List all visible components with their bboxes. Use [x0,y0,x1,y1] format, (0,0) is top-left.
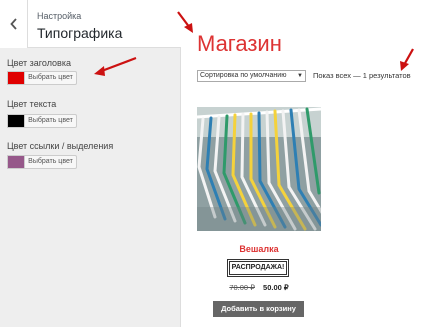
customizer-header: Настройка Типографика [0,0,181,48]
sort-select[interactable]: Сортировка по умолчанию ▼ [197,70,306,82]
add-to-cart-button[interactable]: Добавить в корзину [213,301,304,317]
page-title: Магазин [197,31,282,56]
hangers-photo [197,107,321,231]
section-label: Настройка [37,11,82,21]
sort-select-value: Сортировка по умолчанию [200,72,287,79]
result-count: Показ всех — 1 результатов [313,71,411,80]
product-image[interactable] [197,107,321,231]
price: 70.00 ₽ 50.00 ₽ [197,283,321,292]
link-color-swatch[interactable] [7,155,25,169]
heading-color-swatch[interactable] [7,71,25,85]
product-name-link[interactable]: Вешалка [197,244,321,254]
chevron-left-icon [9,18,17,30]
link-color-pick-button[interactable]: Выбрать цвет [24,155,77,169]
price-new: 50.00 ₽ [263,283,289,292]
price-old: 70.00 ₽ [229,283,255,292]
annotation-arrow-icon [400,48,414,71]
heading-color-pick-button[interactable]: Выбрать цвет [24,71,77,85]
back-button[interactable] [0,0,28,48]
chevron-down-icon: ▼ [297,73,303,79]
text-color-pick-button[interactable]: Выбрать цвет [24,114,77,128]
link-color-label: Цвет ссылки / выделения [7,141,114,151]
sale-badge: РАСПРОДАЖА! [229,261,287,275]
section-title: Типографика [37,25,123,41]
text-color-label: Цвет текста [7,99,57,109]
text-color-swatch[interactable] [7,114,25,128]
customizer-sidebar: Настройка Типографика Цвет заголовка Выб… [0,0,181,327]
heading-color-label: Цвет заголовка [7,58,71,68]
